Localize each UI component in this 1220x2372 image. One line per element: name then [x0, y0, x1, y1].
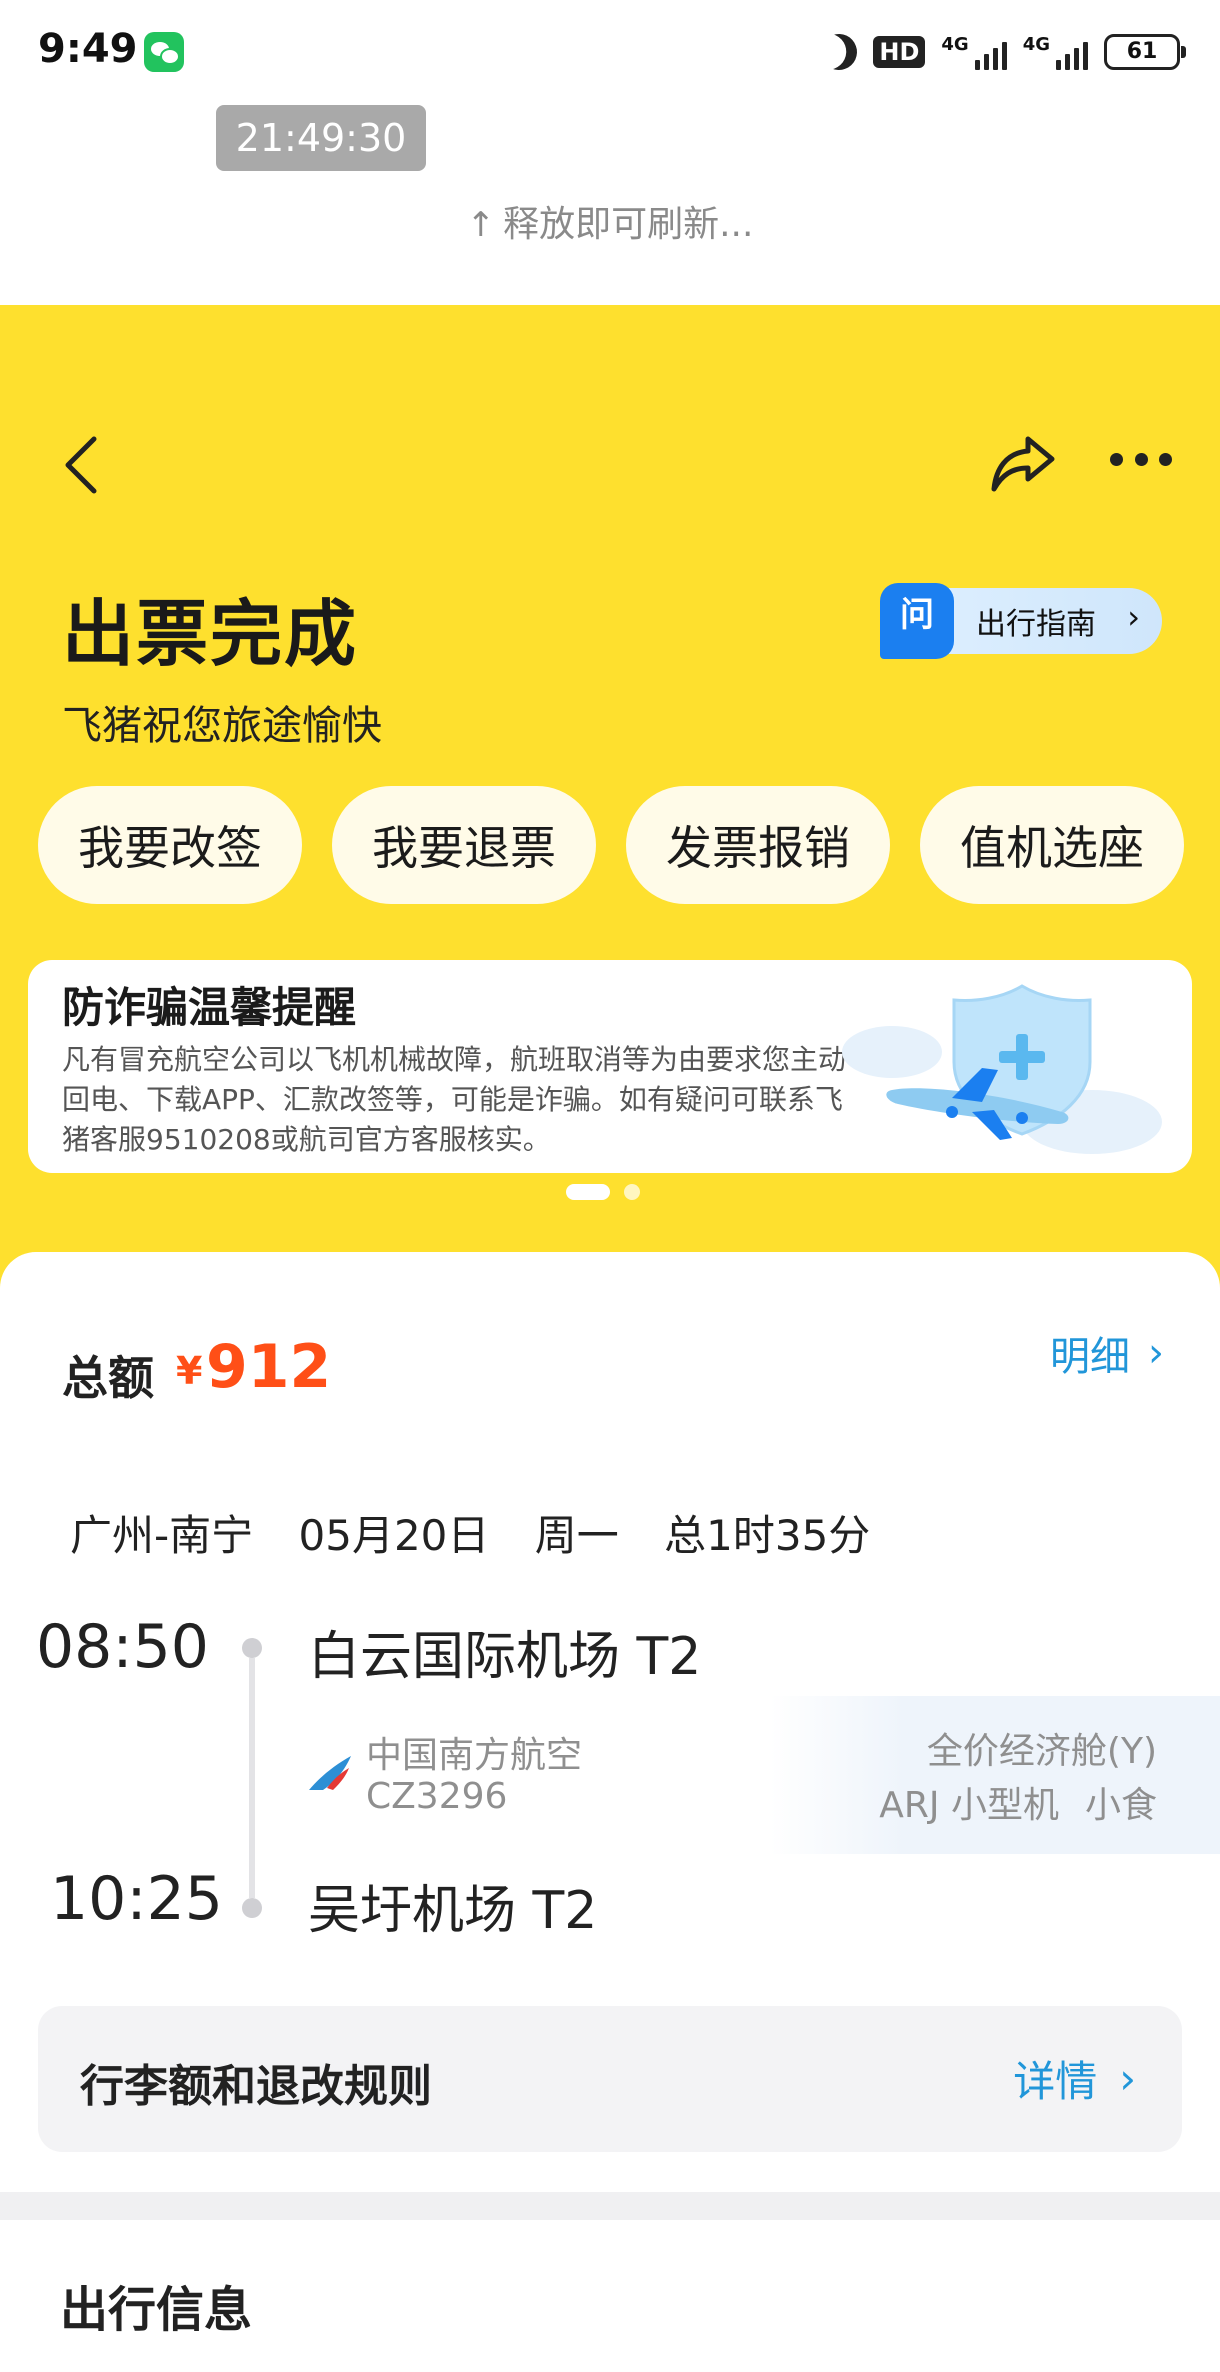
flight-number: CZ3296 [366, 1776, 508, 1817]
app-screen: 9:49 HD 4G 4G 61 21:49:30 ↑ 释放即可刷新... 出票… [0, 0, 1220, 2372]
pull-to-refresh: 21:49:30 ↑ 释放即可刷新... [0, 100, 1220, 305]
status-bar: 9:49 HD 4G 4G 61 [0, 0, 1220, 100]
shield-plane-illustration [842, 984, 1162, 1154]
section-divider [0, 2192, 1220, 2220]
fraud-warning-banner[interactable]: 防诈骗温馨提醒 凡有冒充航空公司以飞机机械故障，航班取消等为由要求您主动回电、下… [28, 960, 1192, 1173]
share-icon[interactable] [990, 433, 1056, 493]
carousel-indicator [566, 1184, 640, 1200]
refresh-timestamp: 21:49:30 [216, 105, 426, 171]
currency-symbol: ¥ [176, 1349, 203, 1393]
ticket-header: 出票完成 飞猪祝您旅途愉快 问 出行指南 › 我要改签 我要退票 发票报销 值机… [0, 305, 1220, 1290]
chevron-right-icon: › [1148, 1330, 1164, 1376]
departure-node [242, 1638, 262, 1658]
rules-detail-label: 详情 [1013, 2057, 1098, 2106]
total-amount: 912 [206, 1332, 332, 1402]
chevron-right-icon: › [1119, 2054, 1136, 2103]
status-icons: HD 4G 4G 61 [821, 30, 1186, 74]
order-card: 总额 ¥ 912 明细 › 广州-南宁 05月20日 周一 总1时35分 08:… [0, 1252, 1220, 2192]
battery-icon: 61 [1104, 34, 1186, 70]
airline-name: 中国南方航空 [366, 1735, 583, 1776]
flight-timeline [242, 1638, 262, 1918]
status-time: 9:49 [38, 26, 138, 72]
refresh-hint: ↑ 释放即可刷新... [0, 195, 1220, 247]
refresh-hint-text: 释放即可刷新... [503, 204, 754, 245]
network-type-label: 4G [941, 34, 969, 55]
more-icon[interactable] [1110, 453, 1172, 473]
rules-detail-link[interactable]: 详情 › [1013, 2048, 1136, 2109]
aircraft-meta: ARJ 小型机 小食 [853, 1776, 1157, 1828]
arrival-node [242, 1898, 262, 1918]
refund-ticket-button[interactable]: 我要退票 [332, 786, 596, 904]
route: 广州-南宁 [70, 1511, 254, 1560]
timeline-bar [249, 1658, 255, 1898]
travel-guide-label: 出行指南 [976, 607, 1096, 642]
hd-voice-icon: HD [873, 36, 926, 68]
price-detail-link[interactable]: 明细 › [1050, 1324, 1164, 1382]
meal-info: 小食 [1084, 1785, 1157, 1826]
action-row: 我要改签 我要退票 发票报销 值机选座 [38, 786, 1184, 904]
carousel-dot[interactable] [624, 1184, 640, 1200]
cabin-class: 全价经济舱(Y) [926, 1731, 1157, 1772]
travel-info-section: 出行信息 [0, 2220, 1220, 2372]
arrival-airport: 吴圩机场 T2 [308, 1881, 598, 1941]
flight-summary: 广州-南宁 05月20日 周一 总1时35分 [70, 1502, 902, 1563]
back-icon[interactable] [60, 435, 104, 495]
carousel-dot-active[interactable] [566, 1184, 610, 1200]
flight-info-band [770, 1696, 1220, 1854]
chevron-right-icon: › [1127, 598, 1140, 636]
wechat-notification-icon [144, 32, 184, 72]
signal-icon-2: 4G [1023, 34, 1088, 70]
duration: 总1时35分 [664, 1511, 871, 1560]
arrow-up-icon: ↑ [466, 205, 496, 245]
weekday: 周一 [534, 1511, 619, 1560]
signal-icon-1: 4G [941, 34, 1007, 70]
departure-airport: 白云国际机场 T2 [308, 1627, 702, 1687]
page-subtitle: 飞猪祝您旅途愉快 [62, 703, 382, 749]
china-southern-logo-icon [309, 1756, 351, 1790]
travel-guide-button[interactable]: 问 出行指南 › [880, 583, 1162, 659]
travel-info-title: 出行信息 [60, 2282, 253, 2338]
price-detail-label: 明细 [1050, 1334, 1130, 1380]
network-type-label: 4G [1022, 34, 1050, 55]
invoice-button[interactable]: 发票报销 [626, 786, 890, 904]
aircraft-type: ARJ 小型机 [879, 1785, 1059, 1826]
total-label: 总额 [62, 1351, 154, 1405]
baggage-rules-title: 行李额和退改规则 [80, 2061, 432, 2112]
question-badge-icon: 问 [880, 583, 954, 659]
flight-date: 05月20日 [298, 1511, 490, 1560]
banner-title: 防诈骗温馨提醒 [62, 983, 357, 1032]
check-in-seat-button[interactable]: 值机选座 [920, 786, 1184, 904]
page-title: 出票完成 [62, 592, 359, 676]
departure-time: 08:50 [36, 1612, 209, 1682]
banner-body: 凡有冒充航空公司以飞机机械故障，航班取消等为由要求您主动回电、下载APP、汇款改… [62, 1043, 847, 1156]
do-not-disturb-icon [816, 29, 862, 75]
baggage-rules-row[interactable]: 行李额和退改规则 详情 › [38, 2006, 1182, 2152]
arrival-time: 10:25 [50, 1864, 223, 1934]
change-ticket-button[interactable]: 我要改签 [38, 786, 302, 904]
